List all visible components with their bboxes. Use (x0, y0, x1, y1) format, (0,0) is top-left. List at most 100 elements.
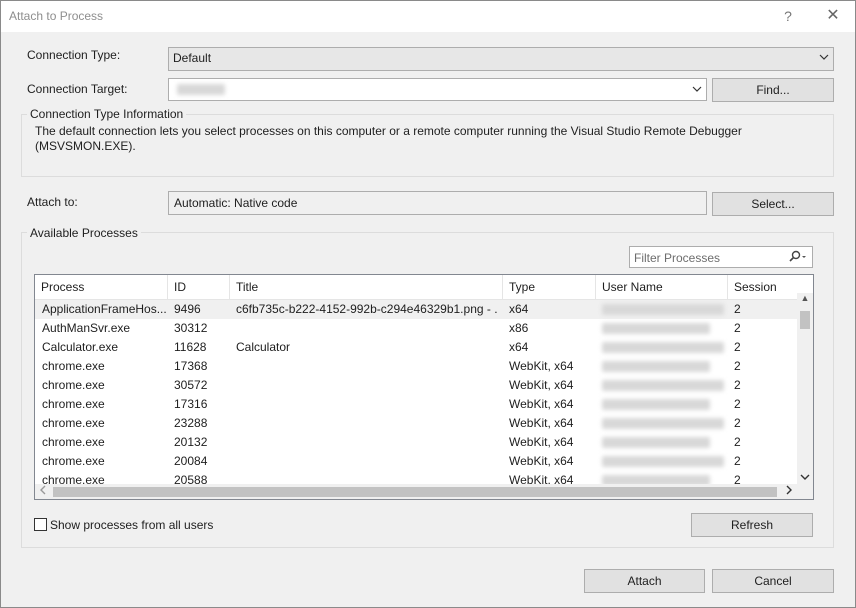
scroll-right-icon[interactable] (781, 484, 797, 499)
attach-button[interactable]: Attach (584, 569, 705, 593)
cancel-button-label: Cancel (754, 574, 792, 588)
column-header-process[interactable]: Process (35, 275, 168, 300)
scroll-up-icon[interactable]: ▲ (797, 293, 813, 309)
cell-id: 23288 (174, 416, 208, 430)
connection-type-value: Default (173, 51, 212, 65)
filter-placeholder: Filter Processes (634, 251, 721, 265)
cell-session: 2 (734, 397, 741, 411)
column-header-type[interactable]: Type (503, 275, 596, 300)
scrollbar-corner (797, 484, 813, 499)
refresh-button-label: Refresh (730, 518, 774, 532)
redacted-user-name (602, 380, 724, 391)
vertical-scroll-thumb[interactable] (800, 311, 810, 329)
cell-process: chrome.exe (42, 378, 105, 392)
cell-type: x64 (509, 340, 529, 354)
cell-process: chrome.exe (42, 397, 105, 411)
cell-session: 2 (734, 416, 741, 430)
cell-session: 2 (734, 302, 741, 316)
redacted-user-name (602, 304, 724, 315)
cell-id: 9496 (174, 302, 201, 316)
cell-type: WebKit, x64 (509, 359, 574, 373)
connection-type-label: Connection Type: (27, 48, 121, 62)
cell-id: 30312 (174, 321, 208, 335)
window-title: Attach to Process (9, 9, 104, 23)
cancel-button[interactable]: Cancel (712, 569, 834, 593)
column-header-title[interactable]: Title (230, 275, 503, 300)
process-rows: ApplicationFrameHos... 9496 c6fb735c-b222-… (35, 300, 797, 486)
table-row[interactable]: Calculator.exe 11628 Calculator x64 2 (35, 338, 797, 357)
cell-id: 20132 (174, 435, 208, 449)
connection-target-combobox[interactable] (168, 78, 707, 101)
cell-process: chrome.exe (42, 416, 105, 430)
cell-id: 11628 (174, 340, 207, 354)
cell-id: 17316 (174, 397, 208, 411)
redacted-user-name (602, 399, 710, 410)
cell-id: 30572 (174, 378, 208, 392)
attach-to-process-dialog: Attach to Process ? ✕ Connection Type: D… (0, 0, 856, 608)
chevron-down-icon (819, 50, 829, 67)
refresh-button[interactable]: Refresh (691, 513, 813, 537)
table-row[interactable]: AuthManSvr.exe 30312 x86 2 (35, 319, 797, 338)
cell-type: WebKit, x64 (509, 435, 574, 449)
column-header-user-name[interactable]: User Name (596, 275, 728, 300)
connection-info-text: The default connection lets you select p… (35, 124, 742, 153)
cell-session: 2 (734, 378, 741, 392)
connection-target-label: Connection Target: (27, 82, 128, 96)
cell-type: x64 (509, 302, 529, 316)
cell-id: 20084 (174, 454, 208, 468)
redacted-user-name (602, 342, 724, 353)
column-header-id[interactable]: ID (168, 275, 230, 300)
table-row[interactable]: chrome.exe 23288 WebKit, x64 2 (35, 414, 797, 433)
horizontal-scrollbar[interactable] (35, 484, 797, 499)
process-list-header: Process ID Title Type User Name Session (35, 275, 813, 300)
cell-title: Calculator (236, 340, 291, 354)
scroll-left-icon[interactable] (35, 484, 51, 499)
cell-type: WebKit, x64 (509, 454, 574, 468)
help-button[interactable]: ? (773, 3, 803, 29)
cell-process: AuthManSvr.exe (42, 321, 131, 335)
close-button[interactable]: ✕ (816, 3, 850, 29)
cell-session: 2 (734, 435, 741, 449)
title-bar: Attach to Process ? ✕ (1, 1, 855, 32)
table-row[interactable]: chrome.exe 20084 WebKit, x64 2 (35, 452, 797, 471)
attach-button-label: Attach (627, 574, 662, 588)
attach-to-label: Attach to: (27, 195, 78, 209)
chevron-down-icon[interactable] (692, 82, 702, 99)
redacted-user-name (602, 323, 710, 334)
table-row[interactable]: chrome.exe 17316 WebKit, x64 2 (35, 395, 797, 414)
vertical-scrollbar[interactable]: ▲ (797, 293, 813, 486)
find-button-label: Find... (756, 83, 790, 97)
cell-type: WebKit, x64 (509, 416, 574, 430)
filter-processes-input[interactable]: Filter Processes (629, 246, 813, 268)
search-icon[interactable] (788, 250, 808, 267)
find-button[interactable]: Find... (712, 78, 834, 102)
column-header-session[interactable]: Session (728, 275, 798, 300)
select-button-label: Select... (751, 197, 795, 211)
show-all-users-label[interactable]: Show processes from all users (50, 518, 213, 532)
cell-title: c6fb735c-b222-4152-992b-c294e46329b1.png… (236, 302, 498, 316)
connection-type-dropdown[interactable]: Default (168, 47, 834, 71)
connection-info-title: Connection Type Information (27, 107, 187, 121)
cell-type: x86 (509, 321, 529, 335)
cell-process: chrome.exe (42, 359, 105, 373)
attach-to-value-box: Automatic: Native code (168, 191, 707, 215)
show-all-users-checkbox[interactable] (34, 518, 47, 531)
cell-process: chrome.exe (42, 454, 105, 468)
redacted-user-name (602, 418, 724, 429)
redacted-user-name (602, 361, 710, 372)
cell-process: Calculator.exe (42, 340, 119, 354)
process-list[interactable]: Process ID Title Type User Name Session … (34, 274, 814, 500)
redacted-user-name (602, 437, 710, 448)
horizontal-scroll-thumb[interactable] (53, 487, 777, 497)
table-row[interactable]: chrome.exe 30572 WebKit, x64 2 (35, 376, 797, 395)
cell-process: chrome.exe (42, 435, 105, 449)
cell-session: 2 (734, 359, 741, 373)
table-row[interactable]: ApplicationFrameHos... 9496 c6fb735c-b222-… (35, 300, 797, 319)
redacted-user-name (602, 456, 724, 467)
available-processes-title: Available Processes (27, 226, 141, 240)
cell-session: 2 (734, 454, 741, 468)
select-code-type-button[interactable]: Select... (712, 192, 834, 216)
table-row[interactable]: chrome.exe 20132 WebKit, x64 2 (35, 433, 797, 452)
cell-type: WebKit, x64 (509, 397, 574, 411)
table-row[interactable]: chrome.exe 17368 WebKit, x64 2 (35, 357, 797, 376)
